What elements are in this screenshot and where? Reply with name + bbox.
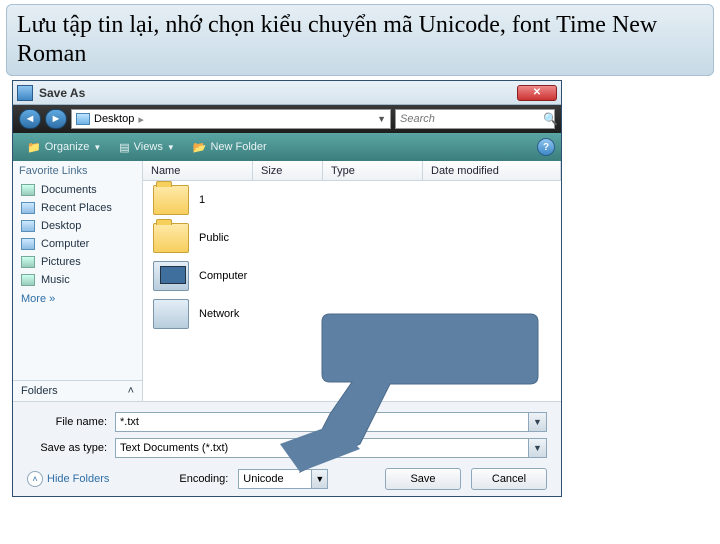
savetype-value: Text Documents (*.txt) — [120, 442, 228, 454]
col-type[interactable]: Type — [323, 161, 423, 180]
organize-button[interactable]: 📁 Organize ▼ — [19, 139, 109, 156]
chevron-up-icon: ˄ — [128, 385, 134, 397]
cancel-button[interactable]: Cancel — [471, 468, 547, 490]
folder-icon — [153, 223, 189, 253]
chevron-up-icon: ˄ — [27, 471, 43, 487]
chevron-down-icon[interactable]: ▼ — [528, 413, 546, 431]
search-icon: 🔍 — [543, 112, 558, 126]
encoding-value: Unicode — [243, 473, 283, 485]
breadcrumb-dropdown-icon[interactable]: ▼ — [377, 114, 386, 124]
chevron-down-icon[interactable]: ▼ — [311, 470, 327, 488]
nav-row: ◄ ► Desktop ▸ ▼ 🔍 — [13, 105, 561, 133]
filename-value: *.txt — [120, 416, 139, 428]
computer-icon — [153, 261, 189, 291]
sidebar-item-desktop[interactable]: Desktop — [13, 217, 142, 235]
new-folder-button[interactable]: 📂 New Folder — [185, 139, 275, 156]
file-panel: Name Size Type Date modified 1 Public Co… — [143, 161, 561, 401]
dialog-title: Save As — [39, 86, 517, 100]
organize-icon: 📁 — [27, 141, 41, 154]
back-button[interactable]: ◄ — [19, 109, 41, 129]
folders-toggle[interactable]: Folders ˄ — [13, 380, 142, 401]
list-item[interactable]: 1 — [143, 181, 561, 219]
views-button[interactable]: ▤ Views ▼ — [111, 139, 182, 156]
file-list[interactable]: 1 Public Computer Network — [143, 181, 561, 401]
favorite-links-header: Favorite Links — [13, 161, 142, 181]
help-button[interactable]: ? — [537, 138, 555, 156]
filename-combo[interactable]: *.txt ▼ — [115, 412, 547, 432]
chevron-right-icon: ▸ — [138, 113, 144, 126]
col-size[interactable]: Size — [253, 161, 323, 180]
folder-icon — [153, 185, 189, 215]
savetype-combo[interactable]: Text Documents (*.txt) ▼ — [115, 438, 547, 458]
encoding-label: Encoding: — [179, 473, 228, 485]
column-headers: Name Size Type Date modified — [143, 161, 561, 181]
savetype-label: Save as type: — [27, 442, 107, 454]
chevron-down-icon: ▼ — [93, 143, 101, 152]
filename-label: File name: — [27, 416, 107, 428]
close-button[interactable]: ✕ — [517, 85, 557, 101]
toolbar: 📁 Organize ▼ ▤ Views ▼ 📂 New Folder ? — [13, 133, 561, 161]
save-as-dialog: Save As ✕ ◄ ► Desktop ▸ ▼ 🔍 📁 Organize ▼… — [12, 80, 562, 497]
sidebar-item-recent[interactable]: Recent Places — [13, 199, 142, 217]
hide-folders-button[interactable]: ˄ Hide Folders — [27, 471, 109, 487]
col-name[interactable]: Name — [143, 161, 253, 180]
chevron-down-icon: ▼ — [167, 143, 175, 152]
sidebar-item-computer[interactable]: Computer — [13, 235, 142, 253]
dialog-bottom: File name: *.txt ▼ Save as type: Text Do… — [13, 401, 561, 496]
search-input[interactable] — [400, 113, 543, 125]
forward-button[interactable]: ► — [45, 109, 67, 129]
notepad-icon — [17, 85, 33, 101]
sidebar-item-pictures[interactable]: Pictures — [13, 253, 142, 271]
sidebar-more[interactable]: More » — [13, 289, 142, 309]
chevron-down-icon[interactable]: ▼ — [528, 439, 546, 457]
sidebar-item-music[interactable]: Music — [13, 271, 142, 289]
views-icon: ▤ — [119, 141, 129, 154]
desktop-icon — [76, 113, 90, 125]
encoding-select[interactable]: Unicode ▼ — [238, 469, 328, 489]
breadcrumb-bar[interactable]: Desktop ▸ ▼ — [71, 109, 391, 129]
search-box[interactable]: 🔍 — [395, 109, 555, 129]
list-item[interactable]: Public — [143, 219, 561, 257]
network-icon — [153, 299, 189, 329]
folder-icon: 📂 — [193, 141, 207, 154]
slide-caption: Lưu tập tin lại, nhớ chọn kiểu chuyển mã… — [6, 4, 714, 76]
list-item[interactable]: Network — [143, 295, 561, 333]
col-date[interactable]: Date modified — [423, 161, 561, 180]
save-button[interactable]: Save — [385, 468, 461, 490]
sidebar: Favorite Links Documents Recent Places D… — [13, 161, 143, 401]
sidebar-item-documents[interactable]: Documents — [13, 181, 142, 199]
breadcrumb-text: Desktop — [94, 113, 134, 125]
list-item[interactable]: Computer — [143, 257, 561, 295]
titlebar: Save As ✕ — [13, 81, 561, 105]
